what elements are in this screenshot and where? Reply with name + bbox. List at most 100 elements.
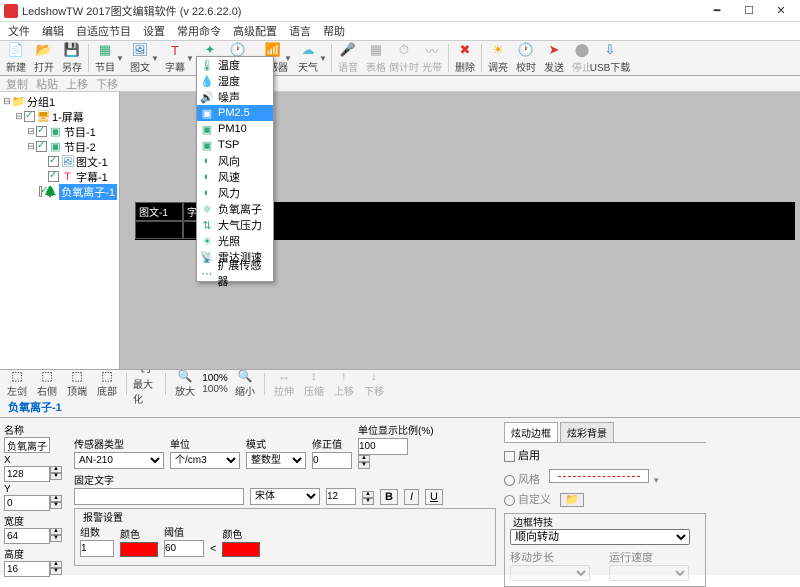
close-button[interactable]: ✕ [774, 4, 788, 17]
tab-background[interactable]: 炫彩背景 [560, 422, 614, 442]
effect-select[interactable]: 顺向转动 [510, 529, 690, 545]
toolbar-删除[interactable]: ✖删除 [451, 41, 479, 75]
bottom-放大[interactable]: 🔍放大 [172, 369, 198, 398]
ratio-label: 单位显示比例(%) [358, 422, 434, 437]
fixed-text-input[interactable] [74, 488, 244, 505]
color2-swatch[interactable] [222, 542, 260, 557]
sensor-menu-item[interactable]: ⇅大气压力 [197, 217, 273, 233]
custom-radio[interactable] [504, 495, 515, 506]
y-input[interactable] [4, 495, 50, 511]
menu-item[interactable]: 设置 [143, 23, 165, 39]
sensor-menu-item[interactable]: ⋯扩展传感器 [197, 265, 273, 281]
toolbar-字幕[interactable]: T字幕 [161, 41, 189, 75]
subbar-item[interactable]: 上移 [66, 76, 88, 92]
tree-root[interactable]: ⊟📁 分组1 [2, 94, 117, 109]
italic-button[interactable]: I [404, 489, 419, 505]
menu-item[interactable]: 帮助 [323, 23, 345, 39]
style-preview[interactable] [549, 469, 649, 483]
width-input[interactable] [4, 528, 50, 544]
bottom-toolbar: ⬚左剑⬚右侧⬚顶端⬚底部⛶最大化🔍放大100%100%🔍缩小↔拉伸↕压缩↑上移↓… [0, 369, 800, 397]
tree-item[interactable]: 🌲负氧离子-1 [2, 184, 117, 199]
toolbar-USB下载[interactable]: ⇩USB下载 [596, 41, 624, 75]
toolbar-新建[interactable]: 📄新建 [2, 41, 30, 75]
toolbar-节目[interactable]: ▦节目 [91, 41, 119, 75]
preview-cell[interactable]: 图文-1 [135, 202, 183, 221]
sensor-type-select[interactable]: AN-210 [74, 452, 164, 469]
ratio-input[interactable] [358, 438, 408, 455]
sensor-menu-item[interactable]: 🌡温度 [197, 57, 273, 73]
unit-select[interactable]: 个/cm3 [170, 452, 240, 469]
menu-item[interactable]: 常用命令 [177, 23, 221, 39]
sensor-menu-item[interactable]: 💧湿度 [197, 73, 273, 89]
font-select[interactable]: 宋体 [250, 488, 320, 505]
sensor-menu-item[interactable]: ◐风速 [197, 169, 273, 185]
dropdown-arrow[interactable]: ▼ [151, 54, 159, 63]
tree-item[interactable]: 🖼图文-1 [2, 154, 117, 169]
bold-button[interactable]: B [380, 489, 398, 505]
bottom-100%[interactable]: 100%100% [202, 373, 228, 395]
sub-toolbar: 复制粘贴上移下移 [0, 76, 800, 92]
menu-item[interactable]: 自适应节目 [76, 23, 131, 39]
sensor-menu-item[interactable]: ⚛负氧离子 [197, 201, 273, 217]
step-select[interactable] [510, 565, 590, 581]
tree-item[interactable]: ⊟🖥1-屏幕 [2, 109, 117, 124]
subbar-item[interactable]: 复制 [6, 76, 28, 92]
bottom-左剑[interactable]: ⬚左剑 [4, 369, 30, 398]
maximize-button[interactable]: ☐ [742, 4, 756, 17]
bottom-拉伸: ↔拉伸 [271, 369, 297, 398]
correction-input[interactable] [312, 452, 352, 469]
menu-item[interactable]: 编辑 [42, 23, 64, 39]
toolbar-发送[interactable]: ➤发送 [540, 41, 568, 75]
sensor-menu-item[interactable]: ☀光照 [197, 233, 273, 249]
current-element-label: 负氧离子-1 [0, 397, 800, 417]
height-input[interactable] [4, 561, 50, 577]
custom-browse-button[interactable]: 📁 [560, 493, 584, 507]
subbar-item[interactable]: 粘贴 [36, 76, 58, 92]
group-input[interactable] [80, 540, 114, 557]
dropdown-arrow[interactable]: ▼ [186, 54, 194, 63]
toolbar-倒计时: ⏱倒计时 [390, 41, 418, 75]
speed-select[interactable] [609, 565, 689, 581]
threshold-input[interactable] [164, 540, 204, 557]
font-size-input[interactable] [326, 488, 356, 505]
menu-item[interactable]: 语言 [289, 23, 311, 39]
bottom-右侧[interactable]: ⬚右侧 [34, 369, 60, 398]
style-radio[interactable] [504, 475, 515, 486]
tree-item[interactable]: ⊟▣节目-2 [2, 139, 117, 154]
menubar: 文件编辑自适应节目设置常用命令高级配置语言帮助 [0, 22, 800, 40]
sensor-menu-item[interactable]: ◐风向 [197, 153, 273, 169]
sensor-type-label: 传感器类型 [74, 436, 164, 451]
tab-border[interactable]: 炫动边框 [504, 422, 558, 442]
dropdown-arrow[interactable]: ▼ [116, 54, 124, 63]
color1-swatch[interactable] [120, 542, 158, 557]
enable-checkbox[interactable] [504, 451, 515, 462]
toolbar-天气[interactable]: ☁天气 [294, 41, 322, 75]
toolbar-打开[interactable]: 📂打开 [30, 41, 58, 75]
sensor-menu-item[interactable]: 🔊噪声 [197, 89, 273, 105]
sensor-menu-item[interactable]: ▣PM10 [197, 121, 273, 137]
custom-label: 自定义 [518, 494, 551, 506]
bottom-底部[interactable]: ⬚底部 [94, 369, 120, 398]
toolbar-校时[interactable]: 🕐校时 [512, 41, 540, 75]
toolbar-图文[interactable]: 🖼图文 [126, 41, 154, 75]
tree-item[interactable]: T字幕-1 [2, 169, 117, 184]
subbar-item[interactable]: 下移 [96, 76, 118, 92]
mode-select[interactable]: 整数型 [246, 452, 306, 469]
bottom-顶端[interactable]: ⬚顶端 [64, 369, 90, 398]
toolbar-调亮[interactable]: ☀调亮 [484, 41, 512, 75]
minimize-button[interactable]: ━ [710, 4, 724, 17]
bottom-缩小[interactable]: 🔍缩小 [232, 369, 258, 398]
sensor-menu-item[interactable]: ▣PM2.5 [197, 105, 273, 121]
dropdown-arrow[interactable]: ▼ [319, 54, 327, 63]
unit-label: 单位 [170, 436, 240, 451]
underline-button[interactable]: U [425, 489, 443, 505]
dropdown-arrow[interactable]: ▼ [284, 54, 292, 63]
menu-item[interactable]: 高级配置 [233, 23, 277, 39]
menu-item[interactable]: 文件 [8, 23, 30, 39]
tree-item[interactable]: ⊟▣节目-1 [2, 124, 117, 139]
sensor-menu-item[interactable]: ▣TSP [197, 137, 273, 153]
sensor-menu-item[interactable]: ◐风力 [197, 185, 273, 201]
x-input[interactable] [4, 466, 50, 482]
name-input[interactable] [4, 437, 50, 453]
toolbar-另存[interactable]: 💾另存 [58, 41, 86, 75]
